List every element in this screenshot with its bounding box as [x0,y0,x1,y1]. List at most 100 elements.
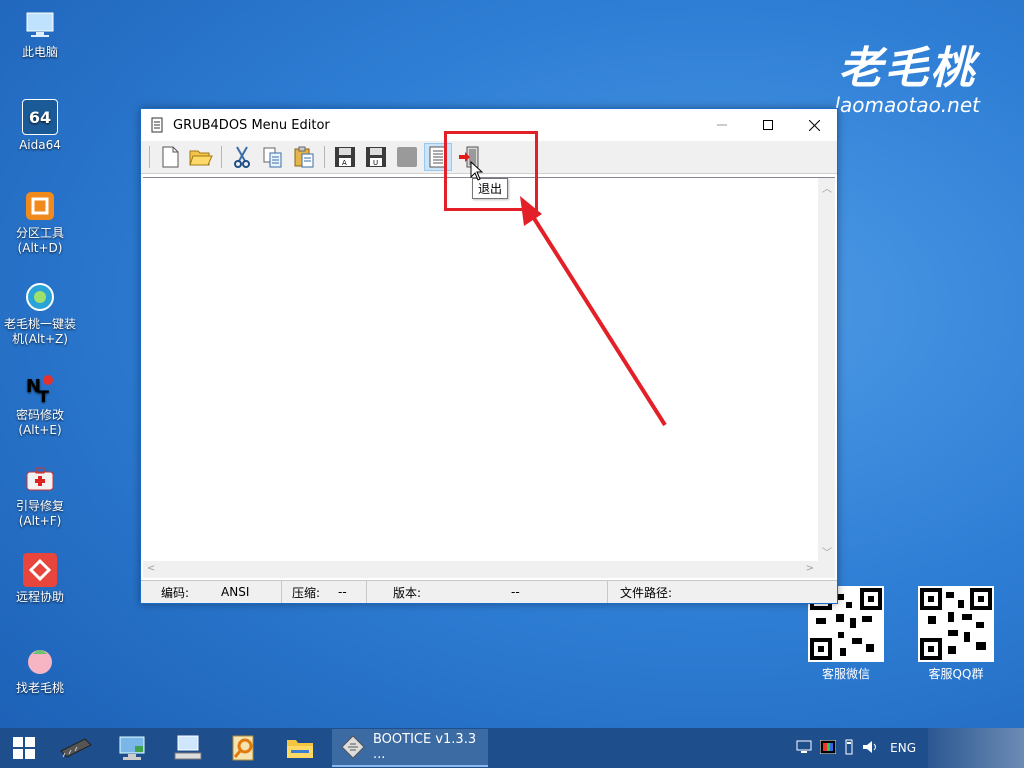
cut-icon [234,146,250,168]
annotation-highlight-box [444,131,538,211]
remote-assist-icon [23,553,57,587]
desktop-icon-label: 找老毛桃 [15,681,64,695]
scrollbar-corner [818,561,835,578]
taskbar-task-bootice[interactable]: BOOTICE v1.3.3 ... [332,729,488,767]
toolbar-separator [221,146,222,168]
svg-text:T: T [38,387,49,404]
status-compress: 压缩: -- [282,581,367,603]
system-tray: ENG [796,728,1024,768]
taskbar-search-tool[interactable] [216,728,272,768]
bootice-icon [341,735,365,759]
menu-text-editor[interactable]: ︿ ﹀ < > [143,177,835,578]
vertical-scrollbar[interactable]: ︿ ﹀ [818,178,835,561]
password-key-icon: NT [23,371,57,405]
scroll-right-icon[interactable]: > [806,563,814,574]
start-button[interactable] [0,728,48,768]
scroll-down-icon[interactable]: ﹀ [822,544,832,559]
desktop-icon-remote-assist[interactable]: 远程协助 [2,553,78,605]
disabled-icon [397,147,417,167]
status-encoding-label: 编码: [161,585,190,600]
status-compress-value: -- [338,585,347,599]
status-version-label: 版本: [393,585,422,600]
desktop-icon-label: 密码修改 (Alt+E) [15,408,64,437]
windows-logo-icon [13,737,35,759]
desktop-icon-label: 引导修复 (Alt+F) [15,499,64,528]
paste-button[interactable] [290,143,318,171]
desktop-icon-label: 分区工具 (Alt+D) [15,226,64,255]
minimize-icon [717,124,727,126]
volume-tray-icon[interactable] [862,740,880,757]
new-file-icon [162,146,179,168]
save-unicode-letter: U [373,159,378,167]
desktop-icon-password-change[interactable]: NT 密码修改 (Alt+E) [2,371,78,438]
save-ansi-button[interactable]: A [331,143,359,171]
partition-tool-icon [23,189,57,223]
status-bar: 编码: ANSI 压缩: -- 版本: -- 文件路径: [141,580,837,603]
color-tray-icon[interactable] [819,739,837,757]
network-tray-icon[interactable] [796,740,812,757]
peach-icon [23,644,57,678]
taskbar-file-explorer[interactable] [272,728,328,768]
task-label: BOOTICE v1.3.3 ... [372,732,477,762]
scroll-left-icon[interactable]: < [147,563,155,574]
copy-icon [263,147,282,168]
status-encoding: 编码: ANSI [141,581,282,603]
install-icon [23,280,57,314]
desktop-icon-label: 老毛桃一键装 机(Alt+Z) [3,317,76,346]
first-aid-icon [23,462,57,496]
brand-url: laomaotao.net [834,93,980,117]
ram-chip-icon [60,738,92,758]
notepad-icon [149,117,165,133]
maximize-icon [763,120,773,130]
desktop-icon-label: Aida64 [19,138,61,152]
magnifier-icon [232,735,254,761]
maximize-button[interactable] [745,109,791,141]
status-path-label: 文件路径: [620,585,673,600]
disabled-toolbar-button[interactable] [393,143,421,171]
close-icon [808,119,820,131]
horizontal-scrollbar[interactable]: < > [143,561,818,578]
minimize-button[interactable] [699,109,745,141]
monitor-keyboard-icon [174,735,202,760]
aida64-icon-text: 64 [28,107,52,127]
usb-tray-icon[interactable] [844,739,854,758]
save-ansi-icon: A [335,147,355,167]
cut-button[interactable] [228,143,256,171]
status-compress-label: 压缩: [292,585,321,600]
qr-qq-group: 客服QQ群 [918,586,994,681]
desktop-icon-find-laomaotao[interactable]: 找老毛桃 [2,644,78,696]
copy-button[interactable] [259,143,287,171]
taskbar-network-tool[interactable] [104,728,160,768]
new-file-button[interactable] [156,143,184,171]
computer-icon [23,8,57,42]
language-indicator[interactable]: ENG [890,741,916,755]
clock-area-blurred[interactable] [928,728,1024,768]
open-file-button[interactable] [187,143,215,171]
toolbar-separator [149,146,150,168]
brand-title: 老毛桃 [838,43,977,94]
desktop-icon-boot-repair[interactable]: 引导修复 (Alt+F) [2,462,78,529]
network-computer-icon [119,736,145,760]
save-ansi-letter: A [342,159,347,167]
taskbar: BOOTICE v1.3.3 ... ENG [0,728,1024,768]
status-path: 文件路径: [608,581,672,603]
status-version-value: -- [511,585,520,599]
toolbar-separator [324,146,325,168]
paste-icon [294,146,314,168]
scroll-up-icon[interactable]: ︿ [822,180,832,195]
desktop-icon-aida64[interactable]: 64 Aida64 [2,99,78,153]
desktop-icon-one-key-install[interactable]: 老毛桃一键装 机(Alt+Z) [2,280,78,347]
close-button[interactable] [791,109,837,141]
save-unicode-icon: U [366,147,386,167]
open-folder-icon [189,150,213,166]
aida64-icon: 64 [22,99,58,135]
taskbar-chip-tool[interactable] [48,728,104,768]
save-unicode-button[interactable]: U [362,143,390,171]
window-title: GRUB4DOS Menu Editor [173,117,330,133]
desktop-icon-this-pc[interactable]: 此电脑 [2,8,78,60]
status-version: 版本: -- [367,581,608,603]
folder-icon [287,740,313,758]
taskbar-device-tool[interactable] [160,728,216,768]
desktop-icon-partition-tool[interactable]: 分区工具 (Alt+D) [2,189,78,256]
desktop-icon-label: 远程协助 [15,590,64,604]
